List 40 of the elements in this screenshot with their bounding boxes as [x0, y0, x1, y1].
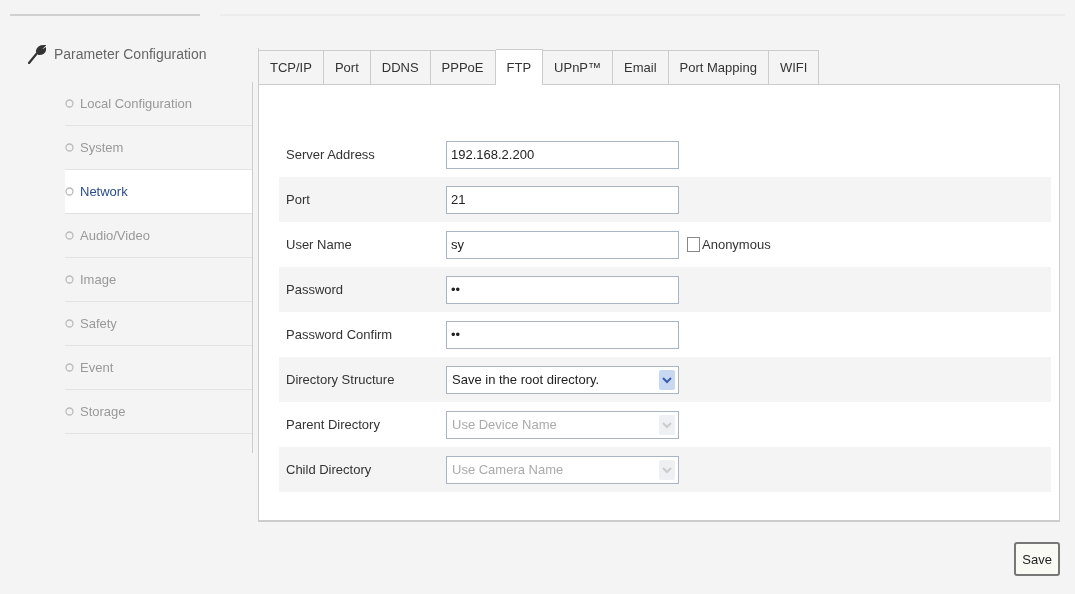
checkbox[interactable]: [687, 237, 700, 252]
field-label: Password Confirm: [286, 327, 394, 342]
tab[interactable]: PPPoE: [430, 50, 496, 84]
tab[interactable]: DDNS: [370, 50, 431, 84]
circle-icon: [65, 319, 74, 328]
wrench-icon: [28, 44, 46, 64]
circle-icon: [65, 407, 74, 416]
input-field[interactable]: ••: [446, 320, 679, 349]
circle-icon: [65, 99, 74, 108]
field-label: Server Address: [286, 147, 376, 162]
tab[interactable]: Port Mapping: [668, 50, 769, 84]
input-field[interactable]: sy: [446, 230, 679, 259]
sidebar-item[interactable]: Network: [65, 170, 252, 214]
circle-icon: [65, 143, 74, 152]
tab[interactable]: Email: [613, 50, 669, 84]
circle-icon: [65, 363, 74, 372]
caret-icon: [659, 414, 675, 435]
save-button[interactable]: Save: [1014, 542, 1060, 576]
field-label: Port: [286, 192, 311, 207]
field-label: Directory Structure: [286, 372, 396, 387]
input-field[interactable]: 21: [446, 185, 679, 214]
circle-icon: [65, 231, 74, 240]
circle-icon: [65, 275, 74, 284]
field-label: Child Directory: [286, 462, 373, 477]
tab[interactable]: TCP/IP: [259, 50, 324, 84]
field-label: User Name: [286, 237, 353, 252]
tab[interactable]: Port: [323, 50, 371, 84]
tab[interactable]: FTP: [495, 49, 544, 85]
field-label: Parent Directory: [286, 417, 381, 432]
input-field[interactable]: 192.168.2.200: [446, 140, 679, 169]
sidebar-title: Parameter Configuration: [54, 46, 207, 62]
tab[interactable]: WIFI: [768, 50, 820, 84]
tab[interactable]: UPnP™: [543, 50, 614, 84]
input-field[interactable]: ••: [446, 275, 679, 304]
checkbox-label: Anonymous: [702, 237, 771, 252]
circle-icon: [65, 187, 74, 196]
caret-icon: [659, 369, 675, 390]
field-label: Password: [286, 282, 345, 297]
dropdown[interactable]: Save in the root directory.: [446, 365, 679, 394]
caret-icon: [659, 459, 675, 480]
